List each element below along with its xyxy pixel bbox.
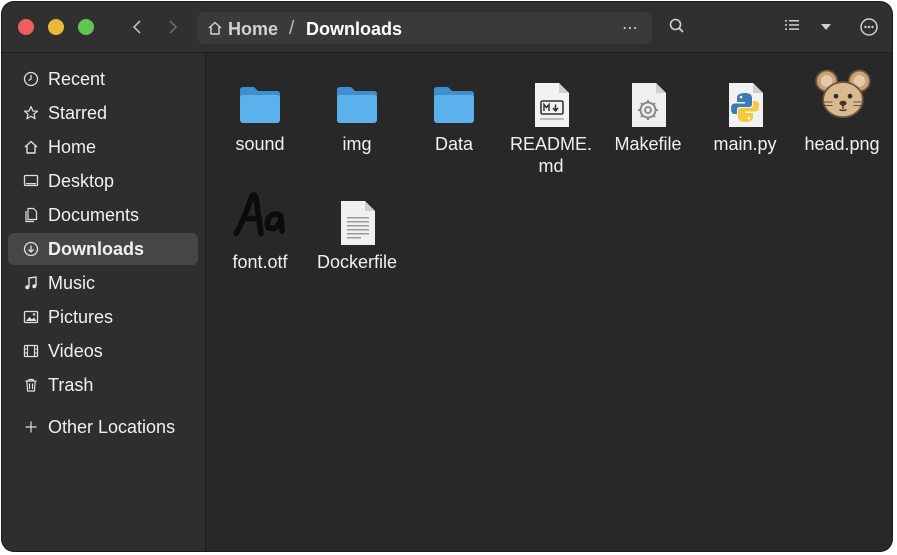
markdown-file-icon bbox=[535, 83, 569, 127]
back-button[interactable] bbox=[124, 14, 150, 40]
sidebar-item-home[interactable]: Home bbox=[8, 131, 198, 163]
sidebar-item-recent[interactable]: Recent bbox=[8, 63, 198, 95]
file-grid: sound img Data README.md Makefile main.p… bbox=[206, 53, 892, 551]
folder-icon bbox=[337, 87, 377, 123]
sidebar: Recent Starred Home Desktop Documents Do… bbox=[2, 53, 206, 551]
sidebar-item-label: Videos bbox=[48, 341, 103, 361]
chevron-right-icon bbox=[169, 20, 178, 34]
sidebar-item-pictures[interactable]: Pictures bbox=[8, 301, 198, 333]
sidebar-item-label: Pictures bbox=[48, 307, 114, 327]
chevron-left-icon bbox=[132, 20, 141, 34]
folder-icon bbox=[240, 87, 280, 123]
file-item-dockerfile[interactable]: Dockerfile bbox=[310, 181, 404, 291]
forward-button[interactable] bbox=[160, 14, 186, 40]
videos-icon bbox=[23, 344, 39, 358]
file-name: README.md bbox=[509, 134, 592, 176]
file-item-main-py[interactable]: main.py bbox=[698, 63, 792, 173]
path-separator: / bbox=[289, 18, 295, 39]
sidebar-item-label: Recent bbox=[48, 69, 106, 89]
file-name: Makefile bbox=[614, 134, 682, 154]
sidebar-item-music[interactable]: Music bbox=[8, 267, 198, 299]
close-window-button[interactable] bbox=[18, 19, 34, 35]
path-segment-home[interactable]: Home bbox=[228, 19, 278, 40]
more-options-icon[interactable] bbox=[859, 17, 879, 37]
file-name: Dockerfile bbox=[316, 252, 398, 272]
desktop-icon bbox=[23, 174, 39, 187]
file-name: main.py bbox=[713, 134, 777, 154]
sidebar-item-label: Desktop bbox=[48, 171, 115, 191]
sidebar-item-label: Music bbox=[48, 273, 96, 293]
sidebar-item-label: Downloads bbox=[48, 239, 145, 259]
file-item-makefile[interactable]: Makefile bbox=[601, 63, 695, 173]
header-bar: Home / Downloads ⋯ bbox=[2, 2, 892, 53]
sidebar-item-label: Other Locations bbox=[48, 417, 176, 437]
star-icon bbox=[23, 105, 39, 120]
path-segment-current[interactable]: Downloads bbox=[306, 19, 402, 40]
sidebar-item-starred[interactable]: Starred bbox=[8, 97, 198, 129]
file-name: font.otf bbox=[232, 252, 288, 272]
sidebar-item-label: Trash bbox=[48, 375, 94, 395]
python-file-icon bbox=[729, 83, 763, 127]
sidebar-item-videos[interactable]: Videos bbox=[8, 335, 198, 367]
sidebar-item-trash[interactable]: Trash bbox=[8, 369, 198, 401]
trash-icon bbox=[25, 378, 37, 392]
file-name: head.png bbox=[804, 134, 880, 154]
sidebar-item-documents[interactable]: Documents bbox=[8, 199, 198, 231]
maximize-window-button[interactable] bbox=[78, 19, 94, 35]
text-file-icon bbox=[341, 201, 375, 245]
pictures-icon bbox=[23, 310, 39, 324]
search-icon[interactable] bbox=[668, 17, 686, 35]
file-name: img bbox=[342, 134, 372, 154]
list-view-icon[interactable] bbox=[784, 17, 800, 33]
home-icon bbox=[24, 140, 38, 154]
sidebar-item-label: Starred bbox=[48, 103, 108, 123]
file-item-data[interactable]: Data bbox=[407, 63, 501, 173]
folder-icon bbox=[434, 87, 474, 123]
file-item-head-png[interactable]: head.png bbox=[795, 63, 889, 173]
mouse-image-icon bbox=[815, 69, 871, 119]
file-manager-window: Home / Downloads ⋯ Recent Starred Home D… bbox=[2, 2, 892, 551]
sidebar-item-label: Home bbox=[48, 137, 97, 157]
file-item-sound[interactable]: sound bbox=[213, 63, 307, 173]
minimize-window-button[interactable] bbox=[48, 19, 64, 35]
clock-icon bbox=[23, 71, 39, 87]
file-item-font-otf[interactable]: font.otf bbox=[213, 181, 307, 291]
chevron-down-icon[interactable] bbox=[819, 22, 833, 32]
sidebar-item-other-locations[interactable]: Other Locations bbox=[8, 411, 198, 443]
font-file-icon bbox=[233, 191, 286, 237]
path-bar[interactable]: Home / Downloads ⋯ bbox=[197, 12, 652, 44]
documents-icon bbox=[25, 207, 38, 223]
path-more-button[interactable]: ⋯ bbox=[622, 18, 639, 38]
plus-icon bbox=[25, 421, 37, 433]
file-name: Data bbox=[434, 134, 474, 154]
download-icon bbox=[23, 241, 39, 257]
sidebar-item-label: Documents bbox=[48, 205, 140, 225]
file-item-img[interactable]: img bbox=[310, 63, 404, 173]
music-icon bbox=[25, 276, 37, 290]
home-icon bbox=[208, 21, 222, 35]
file-name: sound bbox=[235, 134, 285, 154]
sidebar-item-downloads[interactable]: Downloads bbox=[8, 233, 198, 265]
makefile-icon bbox=[632, 83, 666, 127]
file-item-readme[interactable]: README.md bbox=[504, 63, 598, 176]
sidebar-item-desktop[interactable]: Desktop bbox=[8, 165, 198, 197]
